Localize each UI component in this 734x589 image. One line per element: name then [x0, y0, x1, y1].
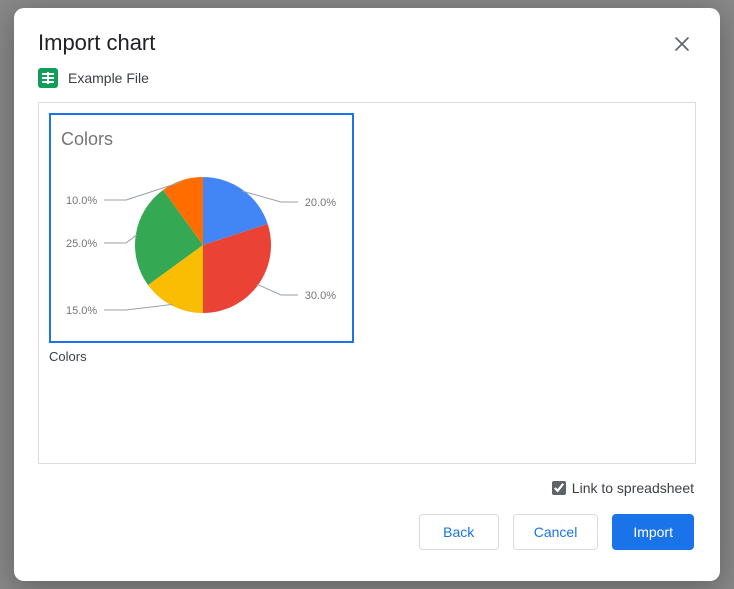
dialog-title: Import chart: [38, 30, 155, 56]
chart-caption: Colors: [49, 349, 87, 364]
pie-slice-label: 15.0%: [66, 305, 97, 317]
pie-slice-label: 20.0%: [305, 197, 336, 209]
pie-slice-label: 30.0%: [305, 290, 336, 302]
source-file-name: Example File: [68, 70, 149, 86]
pie-slice-label: 25.0%: [66, 238, 97, 250]
pie-slice-label: 10.0%: [66, 195, 97, 207]
import-chart-dialog: Import chart Example File Colors 20.0% 30…: [14, 8, 720, 581]
back-button[interactable]: Back: [419, 514, 499, 550]
close-icon: [674, 36, 690, 52]
sheets-icon: [38, 68, 58, 88]
link-to-spreadsheet-checkbox[interactable]: [552, 481, 566, 495]
close-button[interactable]: [668, 30, 696, 58]
source-file-row: Example File: [14, 68, 720, 98]
import-button[interactable]: Import: [612, 514, 694, 550]
pie-chart: 20.0% 30.0% 15.0% 25.0% 10.0%: [51, 115, 356, 345]
chart-thumbnail[interactable]: Colors 20.0%30.0%15.0%25.0%10.0%: [49, 113, 354, 343]
cancel-button[interactable]: Cancel: [513, 514, 599, 550]
chart-selection-area: Colors 20.0%30.0%15.0%25.0%10.0% Colors: [38, 102, 696, 464]
link-to-spreadsheet-label[interactable]: Link to spreadsheet: [572, 480, 694, 496]
